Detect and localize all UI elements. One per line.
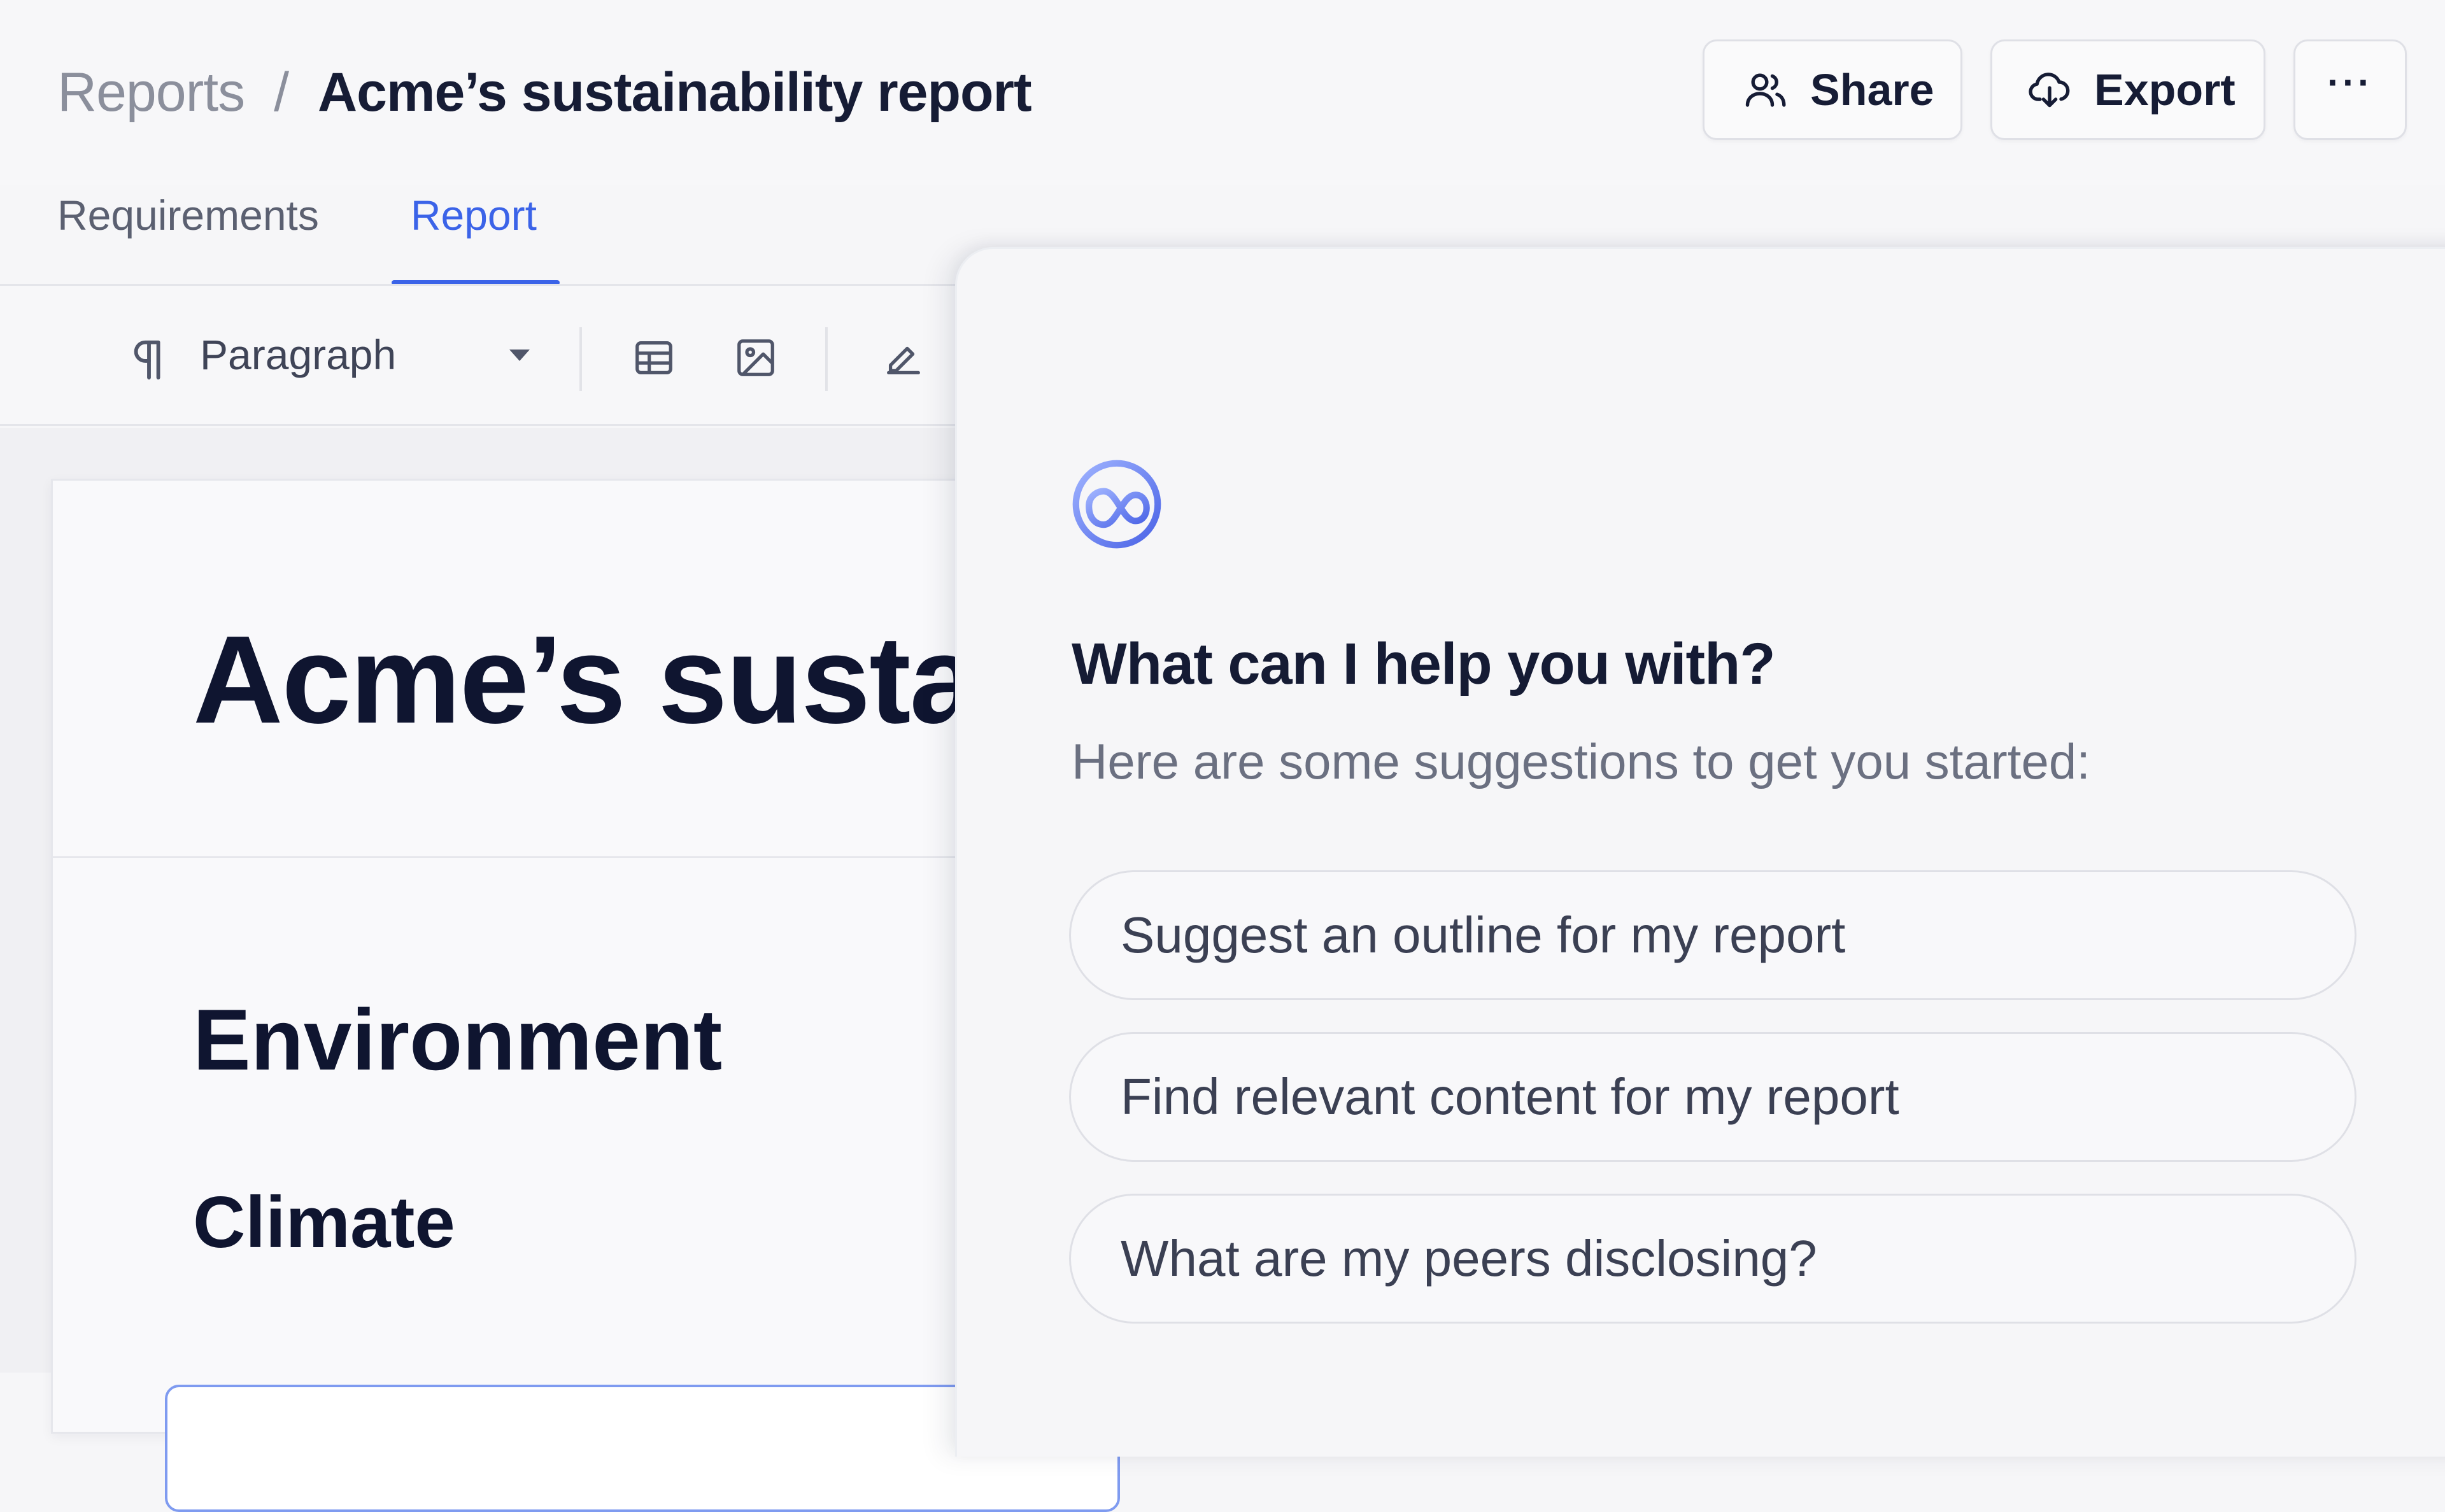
share-label: Share	[1810, 65, 1934, 115]
paragraph-icon	[130, 337, 168, 381]
suggestion-outline-button[interactable]: Suggest an outline for my report	[1069, 870, 2356, 1000]
block-style-select[interactable]: Paragraph	[200, 330, 396, 379]
tab-requirements[interactable]: Requirements	[57, 185, 319, 286]
share-button[interactable]: Share	[1703, 39, 1962, 140]
breadcrumb-reports-link[interactable]: Reports	[57, 61, 245, 124]
editor-toolbar: Paragraph	[0, 286, 1019, 426]
users-icon	[1743, 67, 1789, 113]
assistant-panel: What can I help you with? Here are some …	[955, 247, 2445, 1457]
suggestion-list: Suggest an outline for my report Find re…	[1069, 870, 2356, 1355]
page-title: Acme’s sustainability report	[318, 61, 1032, 123]
header-actions: Share Export ···	[1703, 39, 2407, 140]
toolbar-divider	[579, 327, 582, 391]
breadcrumb-separator: /	[274, 61, 289, 123]
export-label: Export	[2094, 65, 2236, 115]
document-page[interactable]: Acme’s sustainability report Environment…	[51, 479, 1825, 1512]
tab-report[interactable]: Report	[391, 185, 560, 286]
assistant-heading: What can I help you with?	[1072, 632, 1776, 696]
more-icon: ···	[2327, 61, 2373, 104]
section-heading-environment[interactable]: Environment	[193, 990, 722, 1089]
signature-icon[interactable]	[881, 336, 926, 380]
toolbar-divider	[825, 327, 828, 391]
more-options-button[interactable]: ···	[2293, 39, 2407, 140]
chevron-down-icon[interactable]	[509, 350, 530, 361]
cloud-download-icon	[2027, 67, 2073, 113]
assistant-subheading: Here are some suggestions to get you sta…	[1072, 733, 2090, 789]
assistant-logo-icon	[1070, 458, 1163, 551]
title-divider	[53, 856, 1072, 858]
suggestion-find-content-button[interactable]: Find relevant content for my report	[1069, 1032, 2356, 1162]
image-icon[interactable]	[734, 336, 778, 380]
suggestion-peers-button[interactable]: What are my peers disclosing?	[1069, 1194, 2356, 1324]
document-canvas: Acme’s sustainability report Environment…	[0, 428, 1825, 1512]
breadcrumb: Reports / Acme’s sustainability report	[57, 54, 1032, 131]
section-heading-climate[interactable]: Climate	[193, 1181, 455, 1264]
table-icon[interactable]	[632, 336, 676, 380]
app-header: Reports / Acme’s sustainability report S…	[0, 0, 2445, 285]
export-button[interactable]: Export	[1990, 39, 2265, 140]
tab-bar: Requirements Report	[57, 185, 560, 286]
